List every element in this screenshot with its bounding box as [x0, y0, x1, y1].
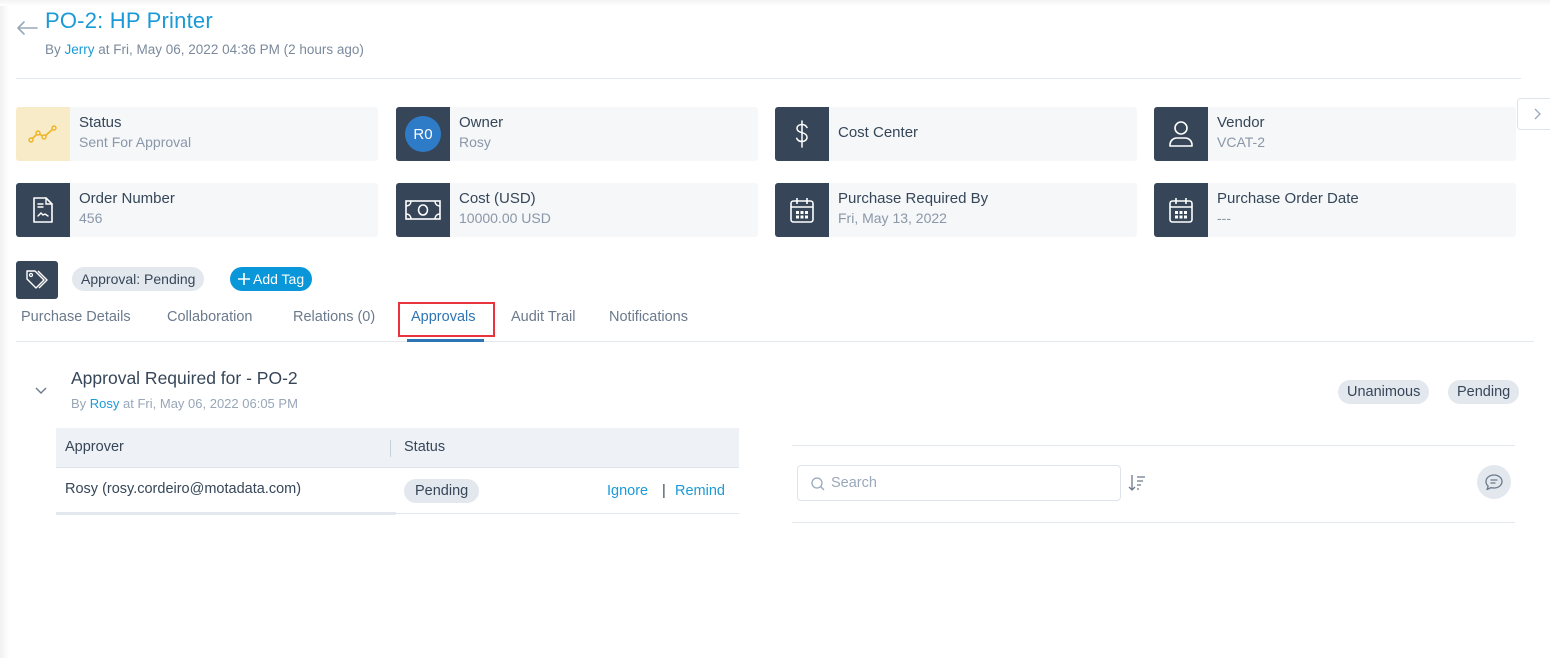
chat-bubble-icon — [1485, 474, 1503, 491]
tag-approval-pending[interactable]: Approval: Pending — [72, 267, 205, 291]
card-value: 456 — [79, 210, 103, 226]
tab-audit-trail[interactable]: Audit Trail — [511, 309, 575, 325]
card-value: VCAT-2 — [1217, 134, 1265, 150]
cost-center-icon-box — [775, 107, 829, 161]
chevron-down-icon[interactable] — [34, 386, 48, 396]
tag-icon — [26, 270, 48, 289]
chevron-right-icon — [1534, 108, 1541, 120]
order-number-icon-box — [16, 183, 70, 237]
search-input[interactable] — [831, 466, 1111, 500]
card-value: Rosy — [459, 134, 491, 150]
dollar-icon — [795, 120, 808, 148]
created-timestamp: at Fri, May 06, 2022 04:36 PM (2 hours a… — [94, 42, 364, 57]
add-tag-label: Add Tag — [253, 271, 305, 287]
card-value: Fri, May 13, 2022 — [838, 210, 947, 226]
document-icon — [33, 197, 53, 223]
vendor-card[interactable]: Vendor VCAT-2 — [1154, 107, 1516, 161]
purchase-order-date-card[interactable]: Purchase Order Date --- — [1154, 183, 1516, 237]
purchase-required-icon-box — [775, 183, 829, 237]
approval-type-badge: Unanimous — [1338, 380, 1430, 404]
purchase-required-by-card[interactable]: Purchase Required By Fri, May 13, 2022 — [775, 183, 1137, 237]
tab-relations[interactable]: Relations (0) — [293, 309, 375, 325]
back-arrow-icon[interactable] — [16, 20, 38, 36]
search-field — [797, 465, 1121, 501]
table-row: Rosy (rosy.cordeiro@motadata.com) Pendin… — [56, 469, 739, 514]
add-tag-button[interactable]: Add Tag — [230, 267, 313, 291]
card-label: Purchase Required By — [838, 190, 989, 207]
card-label: Cost (USD) — [459, 190, 536, 207]
card-label: Purchase Order Date — [1217, 190, 1359, 207]
active-tab-indicator — [407, 339, 484, 342]
user-icon — [1169, 121, 1193, 147]
card-value: --- — [1217, 210, 1231, 226]
page-title: PO-2: HP Printer — [45, 8, 213, 33]
plus-icon — [238, 273, 250, 285]
tab-notifications[interactable]: Notifications — [609, 309, 688, 325]
cost-icon-box — [396, 183, 450, 237]
card-label: Vendor — [1217, 114, 1265, 131]
trend-line-icon — [28, 125, 57, 143]
approver-name: Rosy (rosy.cordeiro@motadata.com) — [65, 481, 302, 497]
card-value: Sent For Approval — [79, 134, 192, 150]
vendor-icon-box — [1154, 107, 1208, 161]
owner-icon-box: R0 — [396, 107, 450, 161]
by-prefix: By — [45, 42, 65, 57]
next-cards-button[interactable] — [1517, 98, 1550, 130]
column-status: Status — [404, 439, 446, 455]
tags-icon-box — [16, 261, 58, 299]
status-icon-box — [16, 107, 70, 161]
calendar-icon — [1169, 198, 1193, 223]
card-label: Order Number — [79, 190, 175, 207]
sort-descending-icon[interactable] — [1127, 473, 1147, 493]
approvers-table-header: Approver Status — [56, 428, 739, 468]
action-separator: | — [662, 483, 666, 499]
tab-bar: Purchase Details Collaboration Relations… — [16, 300, 1534, 342]
comment-button[interactable] — [1477, 465, 1511, 499]
column-divider — [390, 440, 391, 457]
card-label: Status — [79, 114, 122, 131]
tab-collaboration[interactable]: Collaboration — [167, 309, 252, 325]
order-number-card[interactable]: Order Number 456 — [16, 183, 378, 237]
page-edge-shade — [0, 0, 10, 658]
approver-status-pill: Pending — [404, 479, 480, 503]
cost-center-card[interactable]: Cost Center — [775, 107, 1137, 161]
status-card[interactable]: Status Sent For Approval — [16, 107, 378, 161]
by-prefix: By — [71, 396, 90, 411]
author-link[interactable]: Jerry — [65, 42, 95, 57]
remind-link[interactable]: Remind — [675, 483, 725, 499]
approval-title: Approval Required for - PO-2 — [71, 368, 298, 388]
approval-author-link[interactable]: Rosy — [90, 396, 120, 411]
header-divider — [16, 78, 1521, 79]
approval-created-by: By Rosy at Fri, May 06, 2022 06:05 PM — [71, 396, 298, 411]
approval-status-badge: Pending — [1448, 380, 1520, 404]
cash-icon — [405, 200, 441, 220]
ignore-link[interactable]: Ignore — [607, 483, 648, 499]
tab-highlight-box — [398, 302, 495, 337]
card-label: Cost Center — [838, 124, 919, 141]
purchase-order-date-icon-box — [1154, 183, 1208, 237]
card-label: Owner — [459, 114, 504, 131]
page-top-shade — [0, 0, 1550, 6]
owner-card[interactable]: R0 Owner Rosy — [396, 107, 758, 161]
panel-divider-top — [792, 445, 1515, 446]
panel-divider-bottom — [792, 522, 1515, 523]
approval-timestamp: at Fri, May 06, 2022 06:05 PM — [119, 396, 298, 411]
search-icon — [811, 477, 825, 491]
column-approver: Approver — [65, 439, 124, 455]
calendar-icon — [790, 198, 814, 223]
cost-card[interactable]: Cost (USD) 10000.00 USD — [396, 183, 758, 237]
tab-purchase-details[interactable]: Purchase Details — [21, 309, 131, 325]
row-underline — [56, 512, 396, 515]
avatar: R0 — [405, 116, 441, 152]
created-by-line: By Jerry at Fri, May 06, 2022 04:36 PM (… — [45, 42, 364, 57]
card-value: 10000.00 USD — [459, 210, 551, 226]
